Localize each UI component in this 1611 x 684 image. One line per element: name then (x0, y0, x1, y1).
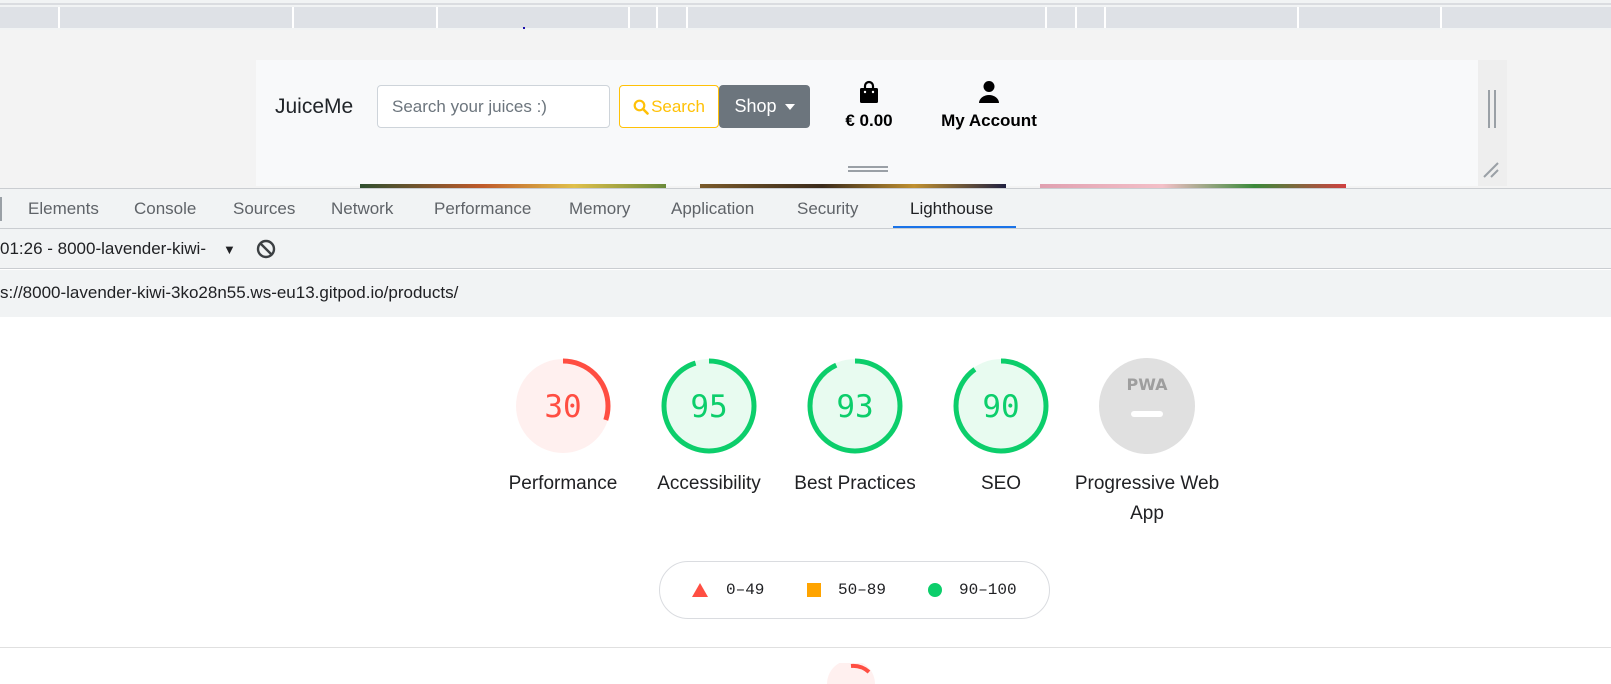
gauge-label: Best Practices (794, 473, 916, 494)
gauge-label: Performance (508, 473, 618, 494)
resize-corner-icon[interactable] (1482, 161, 1500, 179)
score-ring: 95 (661, 358, 757, 454)
score-value: 95 (690, 389, 727, 425)
legend-pass-range: 90–100 (959, 581, 1017, 599)
tab-sources[interactable]: Sources (233, 189, 295, 229)
devtools-tabbar: Elements Console Sources Network Perform… (0, 188, 1611, 229)
chevron-down-icon (784, 103, 795, 110)
search-input[interactable] (377, 85, 610, 128)
ruler-top-line (0, 3, 1611, 5)
square-icon (807, 583, 821, 597)
site-brand[interactable]: JuiceMe (275, 95, 353, 119)
tab-network[interactable]: Network (331, 189, 393, 229)
ruler-tick (656, 7, 658, 28)
report-url[interactable]: s://8000-lavender-kiwi-3ko28n55.ws-eu13.… (0, 283, 458, 303)
score-value: 93 (836, 389, 873, 425)
score-legend: 0–49 50–89 90–100 (659, 561, 1050, 619)
tab-memory[interactable]: Memory (569, 189, 630, 229)
gauge-label: SEO (980, 473, 1022, 494)
ruler-tick (58, 7, 60, 28)
shopping-bag-icon (860, 80, 878, 103)
tab-application[interactable]: Application (671, 189, 754, 229)
triangle-icon (692, 583, 708, 597)
gauge-accessibility[interactable]: 95 Accessibility (634, 357, 784, 499)
pwa-dash (1131, 411, 1163, 417)
gauge-seo[interactable]: 90 SEO (926, 357, 1076, 499)
ruler-tick (628, 7, 630, 28)
shop-dropdown-button[interactable]: Shop (719, 85, 810, 128)
score-value: 30 (544, 389, 581, 425)
user-icon (979, 81, 999, 103)
score-ring: 30 (515, 358, 611, 454)
ruler-tick (436, 7, 438, 28)
ruler-tick (1045, 7, 1047, 28)
account-link[interactable]: My Account (924, 80, 1054, 131)
tab-performance[interactable]: Performance (434, 189, 531, 229)
ruler-tick (686, 7, 688, 28)
shop-button-label: Shop (734, 96, 777, 116)
tab-lighthouse[interactable]: Lighthouse (910, 189, 993, 229)
gauge-label: Accessibility (657, 473, 761, 494)
ruler-marker (523, 27, 525, 29)
site-navbar: JuiceMe Search Shop € 0.00 (256, 60, 1478, 190)
clear-reports-icon[interactable] (256, 239, 276, 259)
circle-icon (928, 583, 942, 597)
active-tab-indicator (893, 226, 1016, 228)
ruler-tick (292, 7, 294, 28)
ruler-tick (1104, 7, 1106, 28)
height-resize-handle[interactable] (848, 166, 888, 172)
report-url-bar: s://8000-lavender-kiwi-3ko28n55.ws-eu13.… (0, 270, 1611, 317)
legend-average-range: 50–89 (838, 581, 887, 599)
gauge-performance[interactable]: 30 Performance (488, 357, 638, 499)
cart-link[interactable]: € 0.00 (819, 80, 919, 131)
tab-console[interactable]: Console (134, 189, 196, 229)
score-ring-background (1099, 358, 1195, 454)
ruler-tick (1075, 7, 1077, 28)
score-value: 90 (982, 389, 1019, 425)
gauge-pwa[interactable]: PWA Progressive Web App (1072, 357, 1222, 529)
report-selector[interactable]: 01:26 - 8000-lavender-kiwi- (0, 239, 206, 259)
tab-security[interactable]: Security (797, 189, 858, 229)
gauge-best-practices[interactable]: 93 Best Practices (780, 357, 930, 499)
search-icon (633, 99, 649, 115)
dropdown-arrow-icon[interactable]: ▼ (223, 242, 236, 257)
performance-gauge-partial (827, 663, 875, 684)
device-ruler (0, 0, 1611, 30)
report-toolbar: 01:26 - 8000-lavender-kiwi- ▼ (0, 229, 1611, 269)
lighthouse-scores: 30 Performance 95 Accessibility 93 Best Pra… (0, 317, 1611, 684)
ruler-strip (0, 7, 1611, 28)
search-button-label: Search (651, 96, 705, 116)
preview-scrollbar[interactable] (1488, 90, 1496, 128)
tab-elements[interactable]: Elements (28, 189, 99, 229)
score-ring: 90 (953, 358, 1049, 454)
section-divider (0, 647, 1611, 648)
score-ring: PWA (1099, 358, 1195, 454)
device-preview: JuiceMe Search Shop € 0.00 (0, 30, 1611, 190)
legend-fail-range: 0–49 (726, 581, 765, 599)
account-label: My Account (941, 111, 1037, 130)
score-ring: 93 (807, 358, 903, 454)
ruler-tick (1297, 7, 1299, 28)
pwa-badge-text: PWA (1126, 375, 1168, 394)
tab-separator (0, 197, 2, 221)
gauge-label: Progressive Web App (1074, 473, 1220, 524)
search-button[interactable]: Search (619, 85, 719, 128)
ruler-tick (1440, 7, 1442, 28)
cart-total: € 0.00 (845, 111, 893, 130)
